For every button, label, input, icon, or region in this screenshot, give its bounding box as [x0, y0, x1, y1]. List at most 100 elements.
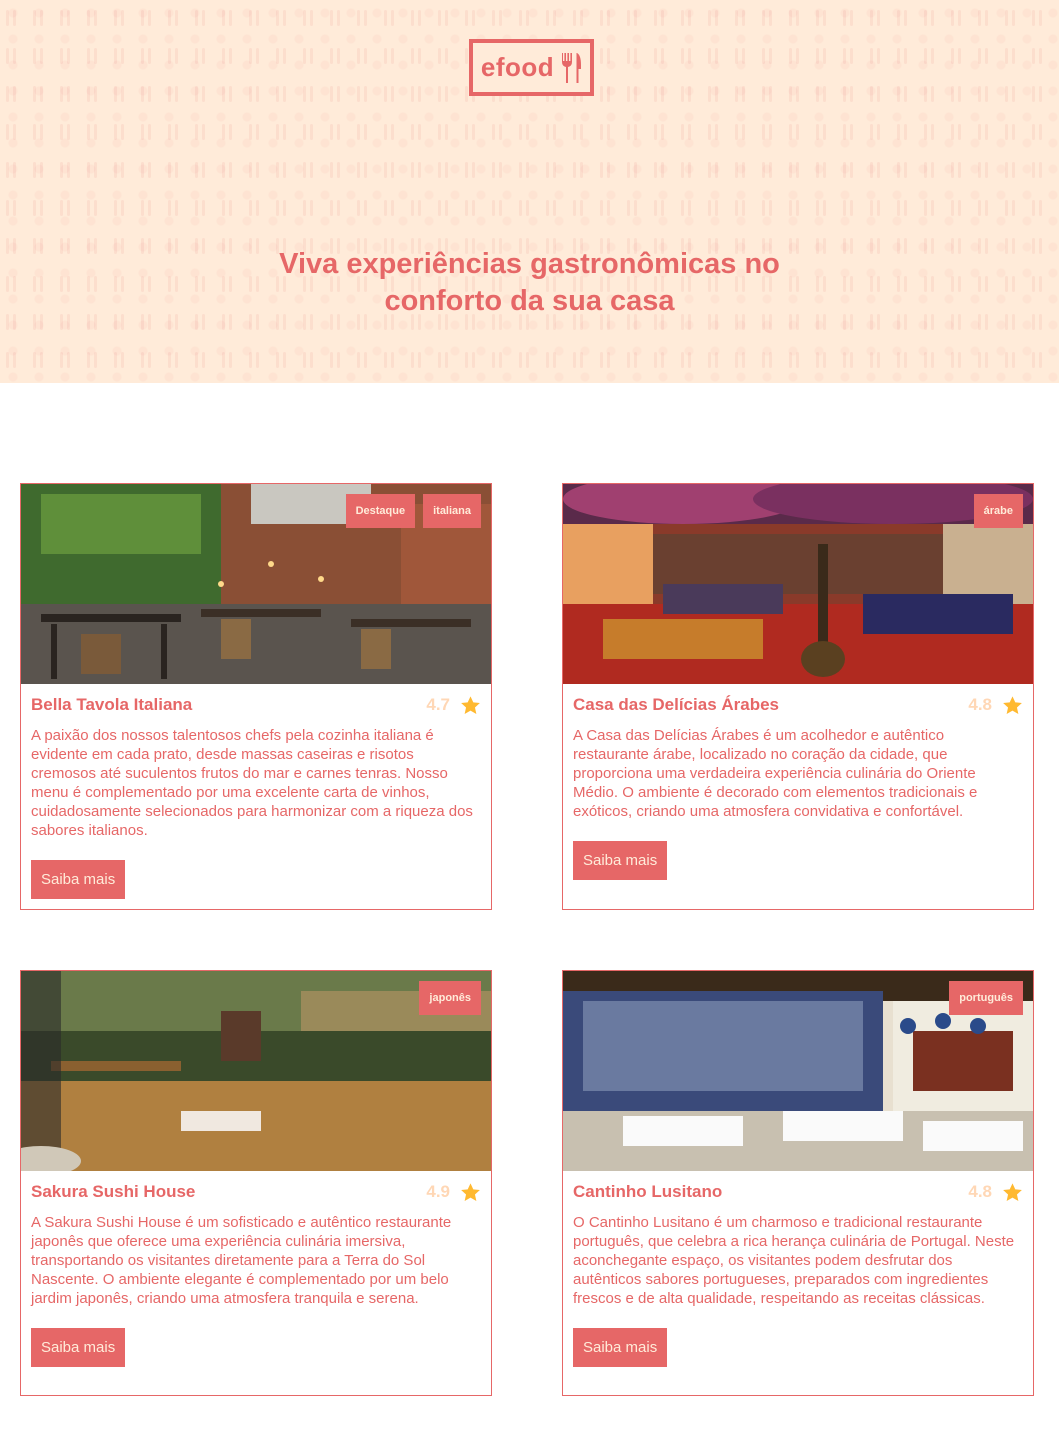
restaurant-description: A Casa das Delícias Árabes é um acolhedo…: [573, 727, 978, 820]
pattern-mark: [519, 352, 522, 368]
pattern-mark: [843, 200, 846, 216]
pattern-mark: [688, 124, 691, 140]
pattern-mark: [816, 10, 819, 26]
pattern-mark: [654, 86, 657, 102]
rating: 4.8: [968, 695, 1023, 716]
tag-cuisine: português: [949, 981, 1023, 1015]
pattern-mark: [580, 162, 583, 178]
pattern-mark: [67, 162, 70, 178]
pattern-mark: [445, 124, 448, 140]
pattern-mark: [688, 200, 691, 216]
pattern-mark: [850, 200, 853, 216]
pattern-mark: [445, 86, 448, 102]
pattern-mark: [951, 352, 954, 368]
pattern-mark: [465, 162, 468, 178]
pattern-mark: [985, 162, 988, 178]
pattern-mark: [958, 48, 961, 64]
pattern-mark: [364, 86, 367, 102]
pattern-mark: [681, 86, 684, 102]
pattern-mark: [249, 162, 252, 178]
pattern-mark: [823, 124, 826, 140]
pattern-mark: [13, 124, 16, 140]
pattern-mark: [337, 48, 340, 64]
rating-value: 4.8: [968, 695, 992, 714]
pattern-mark: [951, 48, 954, 64]
pattern-mark: [303, 124, 306, 140]
pattern-mark: [742, 352, 745, 368]
pattern-mark: [141, 200, 144, 216]
pattern-mark: [13, 86, 16, 102]
pattern-mark: [330, 200, 333, 216]
pattern-mark: [391, 200, 394, 216]
saiba-mais-button[interactable]: Saiba mais: [573, 841, 668, 880]
pattern-mark: [958, 86, 961, 102]
pattern-mark: [94, 10, 97, 26]
rating: 4.7: [426, 695, 481, 716]
pattern-mark: [1032, 48, 1035, 64]
pattern-mark: [330, 48, 333, 64]
restaurant-card: Destaque italiana Bella Tavola Italiana …: [20, 483, 492, 910]
pattern-mark: [769, 124, 772, 140]
tag-featured: Destaque: [345, 494, 416, 528]
pattern-mark: [249, 86, 252, 102]
pattern-mark: [195, 48, 198, 64]
saiba-mais-button[interactable]: Saiba mais: [31, 860, 126, 899]
pattern-mark: [1039, 48, 1042, 64]
pattern-mark: [654, 10, 657, 26]
pattern-mark: [13, 352, 16, 368]
pattern-mark: [411, 352, 414, 368]
pattern-mark: [303, 86, 306, 102]
restaurant-image: japonês: [21, 971, 491, 1171]
pattern-mark: [364, 352, 367, 368]
saiba-mais-button[interactable]: Saiba mais: [573, 1328, 668, 1367]
pattern-mark: [1039, 86, 1042, 102]
logo[interactable]: efood: [469, 39, 594, 96]
pattern-mark: [661, 86, 664, 102]
pattern-mark: [715, 352, 718, 368]
pattern-mark: [148, 200, 151, 216]
pattern-mark: [708, 10, 711, 26]
pattern-mark: [222, 10, 225, 26]
hero-title-line-1: Viva experiências gastronômicas no: [279, 248, 780, 280]
pattern-mark: [60, 352, 63, 368]
pattern-mark: [843, 48, 846, 64]
pattern-mark: [789, 200, 792, 216]
pattern-mark: [870, 352, 873, 368]
pattern-mark: [985, 48, 988, 64]
pattern-mark: [121, 162, 124, 178]
pattern-mark: [681, 124, 684, 140]
pattern-mark: [40, 200, 43, 216]
pattern-mark: [762, 10, 765, 26]
saiba-mais-button[interactable]: Saiba mais: [31, 1328, 126, 1367]
pattern-mark: [438, 124, 441, 140]
pattern-mark: [661, 200, 664, 216]
pattern-mark: [249, 48, 252, 64]
pattern-mark: [742, 124, 745, 140]
pattern-mark: [715, 86, 718, 102]
pattern-mark: [796, 352, 799, 368]
restaurant-name: Sakura Sushi House: [31, 1182, 196, 1201]
pattern-mark: [796, 48, 799, 64]
pattern-mark: [762, 200, 765, 216]
pattern-mark: [465, 86, 468, 102]
pattern-mark: [526, 352, 529, 368]
pattern-mark: [330, 86, 333, 102]
pattern-mark: [681, 352, 684, 368]
pattern-mark: [654, 48, 657, 64]
pattern-mark: [546, 162, 549, 178]
pattern-mark: [364, 10, 367, 26]
pattern-mark: [904, 162, 907, 178]
pattern-mark: [931, 124, 934, 140]
pattern-mark: [391, 48, 394, 64]
pattern-mark: [472, 10, 475, 26]
pattern-mark: [519, 162, 522, 178]
pattern-mark: [985, 124, 988, 140]
pattern-mark: [870, 162, 873, 178]
pattern-mark: [1005, 10, 1008, 26]
pattern-mark: [634, 10, 637, 26]
pattern-mark: [384, 200, 387, 216]
pattern-mark: [60, 48, 63, 64]
pattern-mark: [222, 352, 225, 368]
pattern-mark: [735, 124, 738, 140]
pattern-mark: [40, 48, 43, 64]
